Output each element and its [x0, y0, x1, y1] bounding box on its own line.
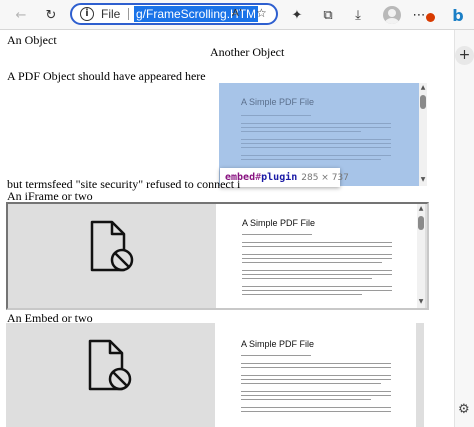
blocked-content-icon: [86, 220, 136, 279]
embed-pdf-title: A Simple PDF File: [241, 339, 315, 349]
scroll-down-icon[interactable]: ▼: [419, 176, 427, 184]
refresh-icon[interactable]: ↻: [40, 4, 62, 26]
iframe-pdf-title: A Simple PDF File: [242, 218, 316, 228]
notification-badge: [426, 13, 435, 22]
profile-avatar[interactable]: [383, 6, 401, 24]
collections-icon[interactable]: ⧉: [317, 4, 339, 26]
iframe-scroll-up-icon[interactable]: ▲: [417, 205, 425, 213]
read-aloud-icon[interactable]: A’: [232, 8, 242, 19]
page-content: An Object Another Object A PDF Object sh…: [0, 31, 454, 427]
pdf-object-message: A PDF Object should have appeared here: [7, 69, 206, 83]
iframe-scroll-down-icon[interactable]: ▼: [417, 298, 425, 306]
iframe-pdf-preview: A Simple PDF File: [216, 204, 417, 308]
favorites-icon[interactable]: ✦: [286, 4, 308, 26]
iframe-container: A Simple PDF File ▲ ▼: [6, 202, 429, 310]
scroll-up-icon[interactable]: ▲: [419, 84, 427, 92]
another-object-text: Another Object: [210, 45, 285, 59]
object-heading: An Object: [7, 33, 57, 47]
add-icon[interactable]: +: [455, 46, 474, 65]
address-bar[interactable]: i File g/FrameScrolling.HTM A’ ☆: [70, 3, 278, 25]
downloads-icon[interactable]: ⤓: [347, 4, 369, 26]
pdf-title: A Simple PDF File: [241, 97, 315, 107]
back-icon[interactable]: ←: [10, 4, 32, 26]
embed-blocked-icon: [84, 339, 134, 398]
address-divider: [128, 8, 129, 20]
pdf-embed-scrollbar[interactable]: ▲ ▼: [419, 83, 427, 186]
tooltip-dimensions: 285 × 737: [301, 173, 349, 183]
embed-pdf-preview[interactable]: A Simple PDF File: [215, 323, 416, 427]
browser-sidebar: + ⚙: [454, 30, 474, 427]
info-icon[interactable]: i: [80, 7, 94, 21]
embed-container: A Simple PDF File: [6, 323, 424, 427]
iframe-heading: An iFrame or two: [7, 189, 93, 203]
favorite-star-icon[interactable]: ☆: [256, 6, 267, 20]
tooltip-name: plugin: [261, 172, 298, 183]
browser-toolbar: ← ↻ i File g/FrameScrolling.HTM A’ ☆ ✦ ⧉…: [0, 0, 474, 30]
iframe-scrollbar-thumb[interactable]: [418, 216, 424, 230]
scheme-label: File: [101, 7, 121, 21]
scrollbar-thumb[interactable]: [420, 95, 426, 109]
bing-icon[interactable]: b: [448, 6, 468, 26]
settings-icon[interactable]: ⚙: [458, 402, 470, 417]
iframe-scrollbar[interactable]: ▲ ▼: [417, 204, 425, 308]
